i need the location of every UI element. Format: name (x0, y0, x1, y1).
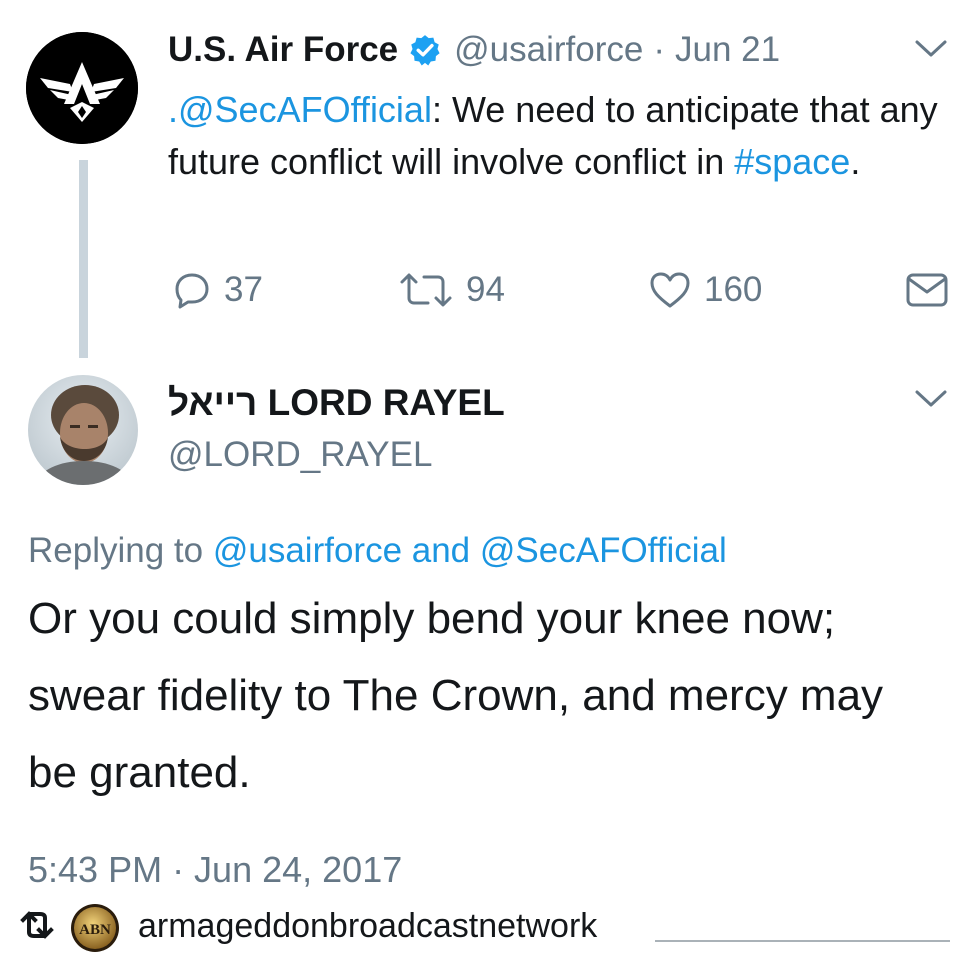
author-handle[interactable]: @usairforce (454, 30, 643, 70)
replying-to-label: Replying to (28, 531, 213, 570)
abn-logo-text: ABN (79, 922, 111, 938)
tweet-text-end: . (850, 141, 861, 182)
tweet-header: U.S. Air Force @usairforce · Jun 21 (168, 26, 780, 74)
thread-line (79, 160, 88, 358)
repost-icon (20, 911, 54, 939)
envelope-icon (906, 273, 948, 307)
tweet-text: .@SecAFOfficial: We need to anticipate t… (168, 84, 958, 188)
hashtag-link[interactable]: #space (734, 141, 850, 182)
tweet-date[interactable]: Jun 21 (675, 30, 780, 70)
like-button[interactable]: 160 (648, 268, 762, 312)
author-name[interactable]: U.S. Air Force (168, 30, 398, 70)
retweet-icon (400, 273, 452, 307)
replying-to: Replying to @usairforce and @SecAFOffici… (28, 528, 727, 574)
divider (655, 940, 950, 942)
air-force-wings-logo (26, 32, 138, 144)
lord-rayel-avatar[interactable] (28, 375, 138, 485)
replying-to-user-secafofficial[interactable]: @SecAFOfficial (480, 531, 727, 570)
chevron-down-icon[interactable] (914, 388, 948, 410)
retweet-count: 94 (466, 270, 505, 309)
reply-tweet-text: Or you could simply bend your knee now; … (28, 594, 884, 797)
abn-logo[interactable]: ABN (70, 903, 120, 953)
verified-icon (410, 35, 440, 66)
user-photo (28, 375, 138, 485)
replying-to-and: and (402, 531, 480, 570)
heart-icon (650, 272, 690, 308)
direct-message-button[interactable] (905, 268, 960, 312)
retweet-button[interactable]: 94 (398, 268, 505, 312)
reply-button[interactable]: 37 (172, 268, 263, 312)
chevron-down-icon[interactable] (914, 38, 948, 60)
tweet-timestamp[interactable]: 5:43 PM · Jun 24, 2017 (28, 846, 402, 894)
mention-link[interactable]: .@SecAFOfficial (168, 89, 432, 130)
replying-to-user-usairforce[interactable]: @usairforce (213, 531, 402, 570)
reply-count: 37 (224, 270, 263, 309)
author-name[interactable]: רייאל LORD RAYEL (168, 380, 505, 426)
like-count: 160 (704, 270, 763, 309)
reply-icon (175, 273, 209, 309)
repost-username[interactable]: armageddonbroadcastnetwork (138, 904, 597, 948)
usairforce-avatar[interactable] (26, 32, 138, 144)
separator-dot: · (653, 30, 666, 69)
author-handle[interactable]: @LORD_RAYEL (168, 432, 432, 478)
